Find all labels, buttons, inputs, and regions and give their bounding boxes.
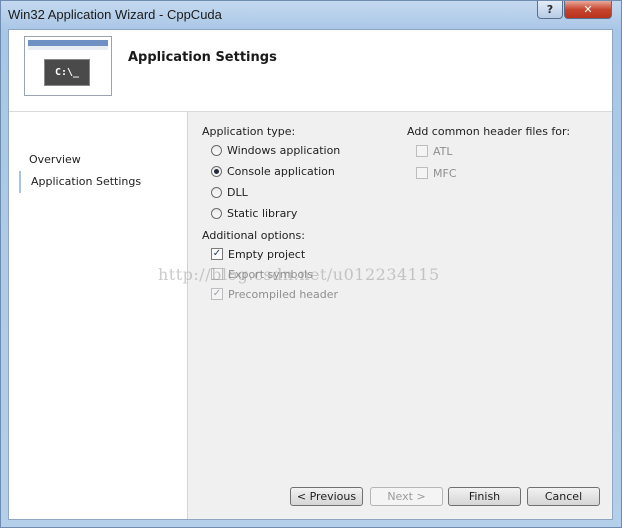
radio-button[interactable] bbox=[211, 207, 222, 219]
help-icon: ? bbox=[546, 3, 554, 16]
cancel-button[interactable]: Cancel bbox=[527, 487, 600, 506]
header-files-label: Add common header files for: bbox=[407, 125, 571, 138]
radio-console-application[interactable]: Console application bbox=[211, 163, 335, 179]
radio-static-library[interactable]: Static library bbox=[211, 205, 297, 221]
wizard-window: Win32 Application Wizard - CppCuda ? ✕ C… bbox=[0, 0, 622, 528]
checkbox-atl: ATL bbox=[416, 143, 453, 159]
console-app-illustration: C:\_ bbox=[24, 36, 112, 96]
checkbox-mfc: MFC bbox=[416, 165, 457, 181]
wizard-navigation: Overview Application Settings bbox=[9, 112, 188, 519]
radio-button[interactable] bbox=[211, 186, 222, 198]
nav-item-overview[interactable]: Overview bbox=[19, 149, 181, 171]
checkmark-icon[interactable]: ✓ bbox=[211, 248, 223, 260]
nav-item-application-settings[interactable]: Application Settings bbox=[19, 171, 181, 193]
checkbox-label: Precompiled header bbox=[228, 287, 339, 301]
checkmark-icon: ✓ bbox=[211, 288, 223, 300]
additional-options-label: Additional options: bbox=[202, 229, 305, 242]
application-type-label: Application type: bbox=[202, 125, 296, 138]
console-prompt-icon: C:\_ bbox=[44, 59, 90, 86]
checkbox-box bbox=[416, 167, 428, 179]
close-icon: ✕ bbox=[583, 3, 593, 16]
window-title: Win32 Application Wizard - CppCuda bbox=[8, 7, 222, 22]
checkbox-label: ATL bbox=[433, 144, 453, 158]
illustration-menubar bbox=[28, 46, 108, 50]
settings-panel: Application type: Windows application Co… bbox=[189, 112, 612, 519]
previous-button[interactable]: < Previous bbox=[290, 487, 363, 506]
radio-button[interactable] bbox=[211, 165, 222, 177]
radio-label: Static library bbox=[227, 206, 298, 220]
radio-button[interactable] bbox=[211, 144, 222, 156]
checkbox-empty-project[interactable]: ✓ Empty project bbox=[211, 246, 305, 262]
wizard-header: C:\_ Application Settings bbox=[9, 30, 612, 111]
radio-dll[interactable]: DLL bbox=[211, 184, 248, 200]
radio-label: DLL bbox=[227, 185, 248, 199]
nav-item-label: Overview bbox=[29, 153, 81, 166]
title-bar[interactable]: Win32 Application Wizard - CppCuda ? ✕ bbox=[1, 1, 621, 29]
watermark-url: http://blog.csdn.net/u012234115 bbox=[158, 265, 440, 284]
radio-label: Console application bbox=[227, 164, 335, 178]
checkbox-label: Empty project bbox=[228, 247, 306, 261]
close-button[interactable]: ✕ bbox=[564, 1, 612, 19]
checkbox-label: MFC bbox=[433, 166, 457, 180]
help-button[interactable]: ? bbox=[537, 1, 563, 19]
radio-label: Windows application bbox=[227, 143, 341, 157]
page-title: Application Settings bbox=[128, 50, 277, 65]
nav-item-label: Application Settings bbox=[31, 175, 142, 188]
finish-button[interactable]: Finish bbox=[448, 487, 521, 506]
radio-windows-application[interactable]: Windows application bbox=[211, 142, 340, 158]
checkbox-precompiled-header: ✓ Precompiled header bbox=[211, 286, 338, 302]
next-button: Next > bbox=[370, 487, 443, 506]
checkbox-box bbox=[416, 145, 428, 157]
